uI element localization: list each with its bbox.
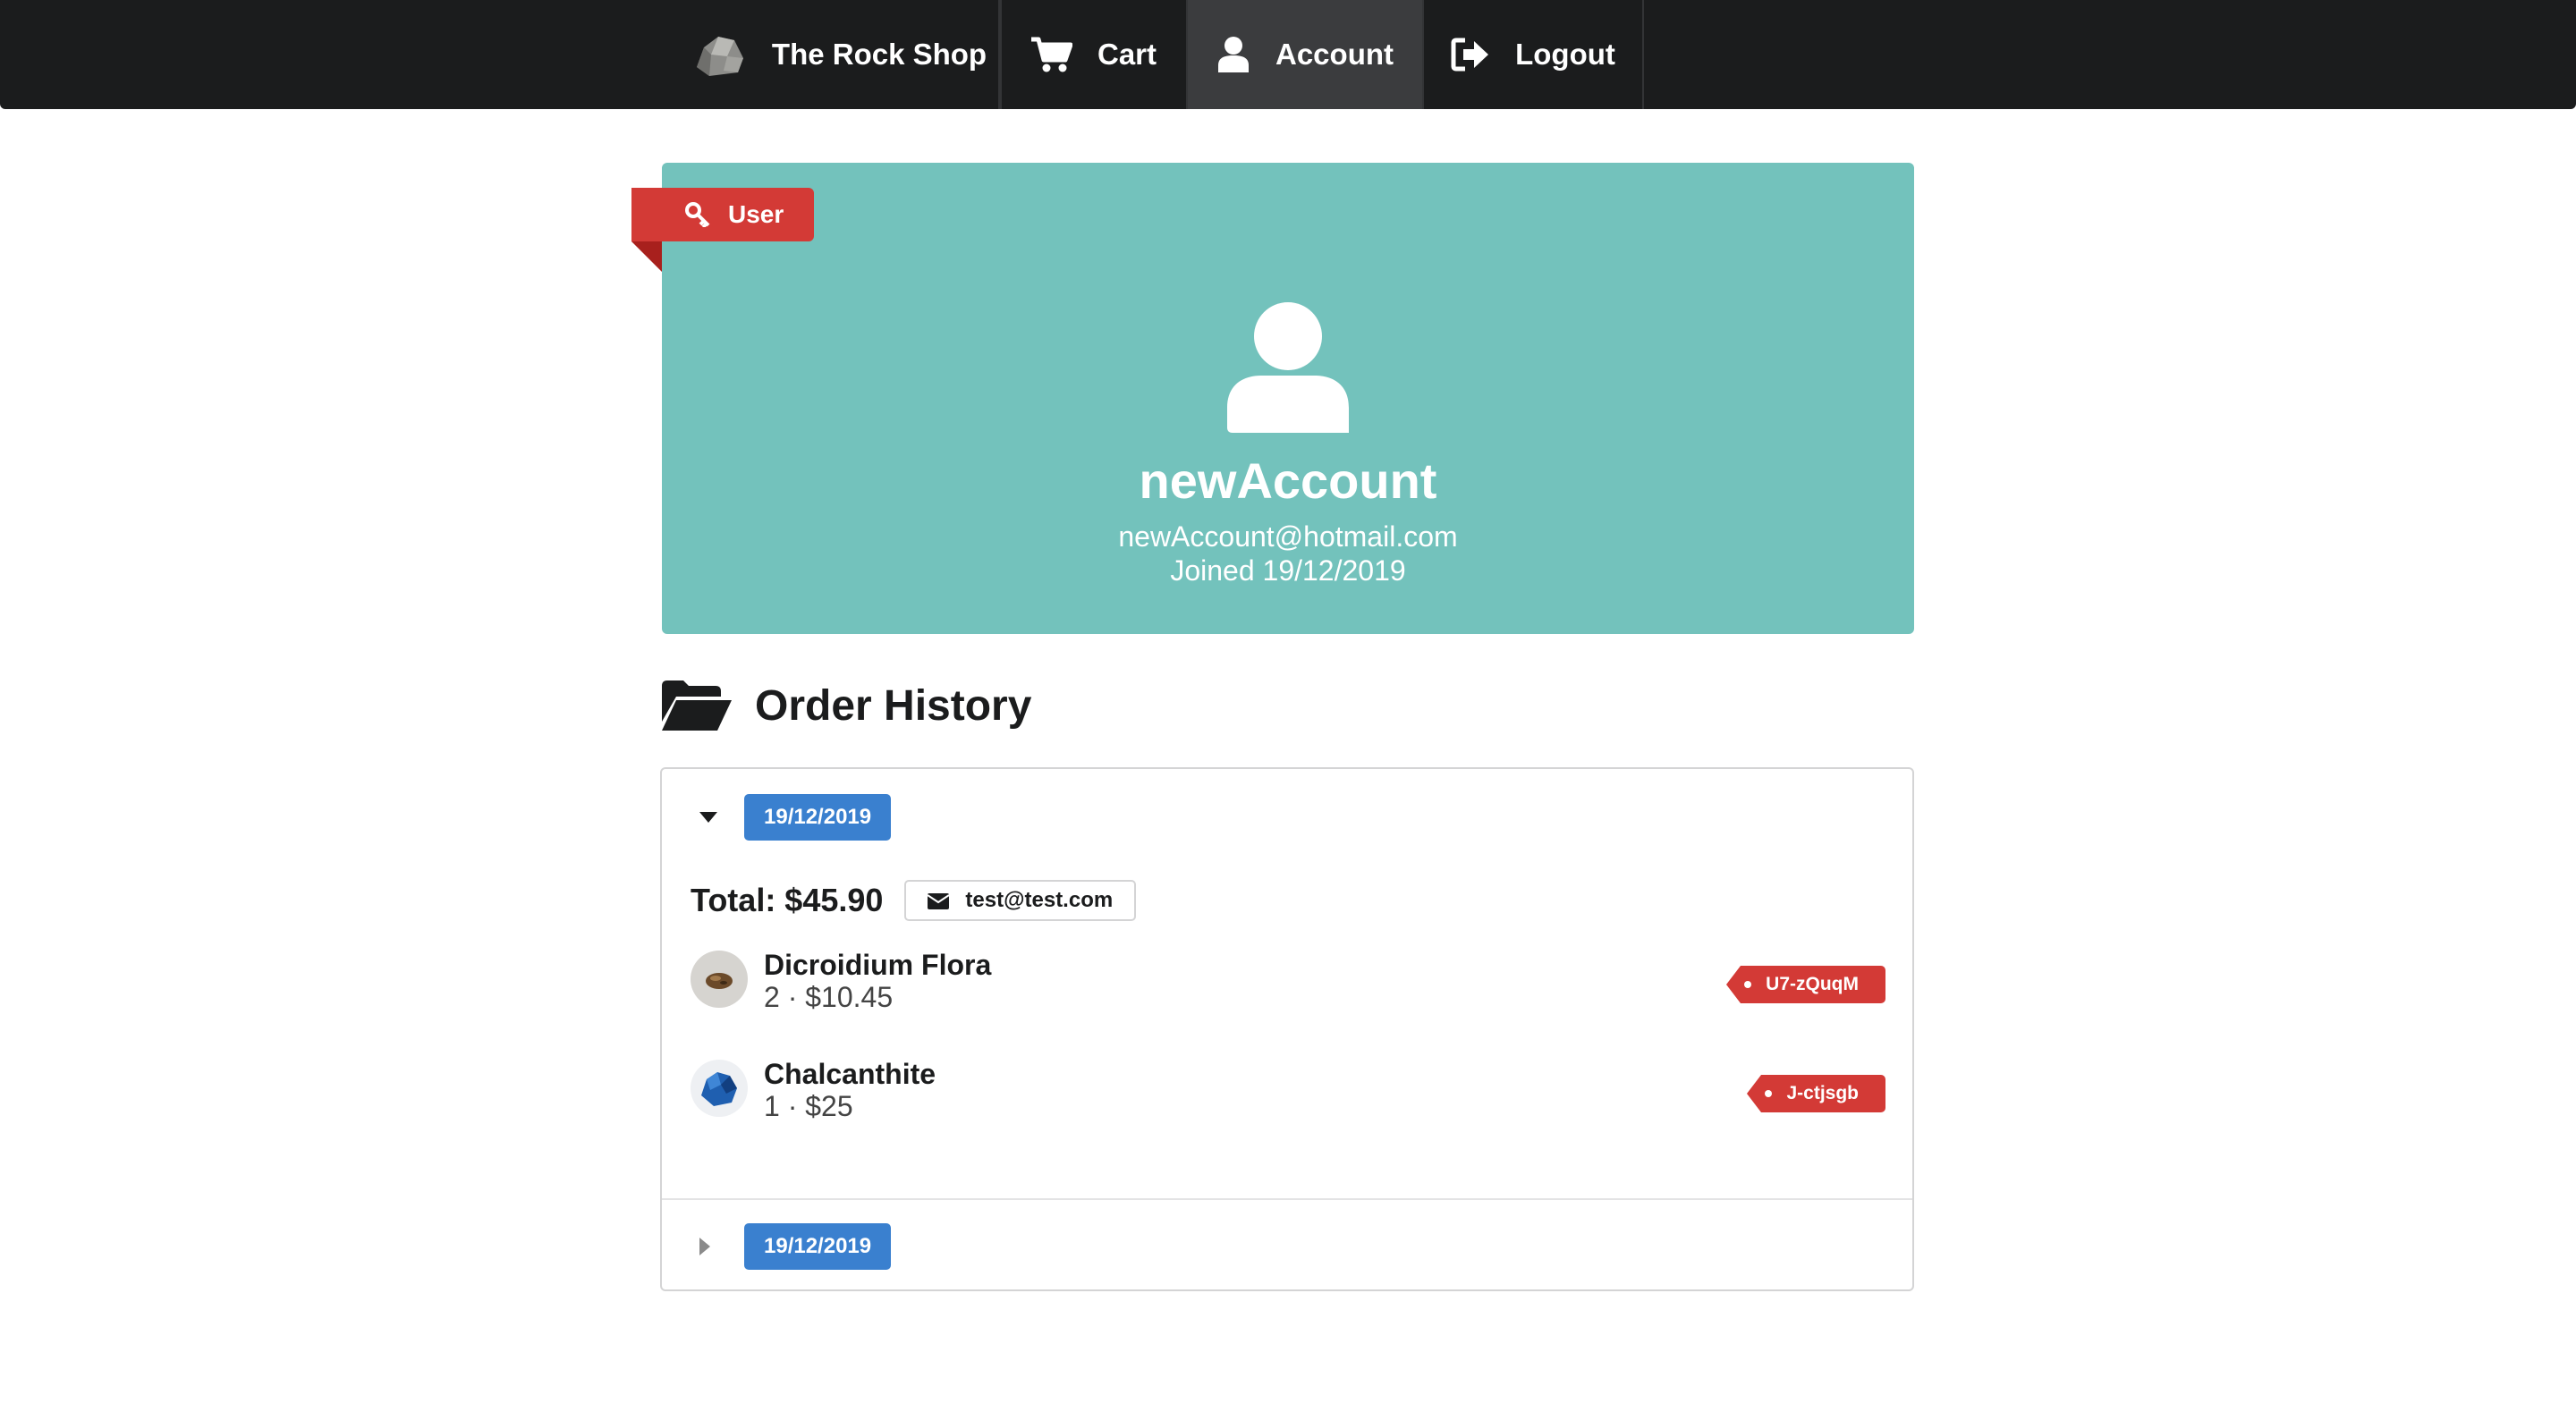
accordion-divider xyxy=(662,1198,1912,1200)
order-email: test@test.com xyxy=(965,888,1114,912)
top-menu: The Rock Shop Cart Account Logout xyxy=(0,0,2576,109)
username: newAccount xyxy=(1139,452,1437,509)
role-label: User xyxy=(728,200,784,228)
list-item[interactable]: Chalcanthite 1 · $25 J-ctjsgb xyxy=(691,1057,1885,1122)
key-icon xyxy=(685,202,710,227)
menu-item-logout[interactable]: Logout xyxy=(1424,0,1644,109)
order-title-1[interactable]: 19/12/2019 xyxy=(699,794,892,841)
user-joined-date: Joined 19/12/2019 xyxy=(1170,554,1406,587)
caret-right-icon xyxy=(699,1238,726,1255)
order-history-title: Order History xyxy=(755,681,1032,730)
order-date-label: 19/12/2019 xyxy=(744,794,892,841)
product-code-tag: U7-zQuqM xyxy=(1726,966,1885,1003)
user-icon xyxy=(1216,37,1250,72)
brand-label: The Rock Shop xyxy=(771,38,987,71)
avatar-user-icon xyxy=(1227,302,1349,437)
logout-label: Logout xyxy=(1515,38,1615,71)
order-title-2[interactable]: 19/12/2019 xyxy=(699,1223,892,1270)
order-total: Total: $45.90 xyxy=(691,882,884,918)
product-name: Chalcanthite xyxy=(764,1058,936,1090)
product-name: Dicroidium Flora xyxy=(764,949,992,981)
order-summary: Total: $45.90 test@test.com xyxy=(691,878,1137,923)
account-label: Account xyxy=(1275,38,1394,71)
cart-icon xyxy=(1030,37,1072,72)
profile-card: User newAccount newAccount@hotmail.com J… xyxy=(631,163,1914,634)
product-thumbnail xyxy=(691,1060,748,1117)
list-item[interactable]: Dicroidium Flora 2 · $10.45 U7-zQuqM xyxy=(691,948,1885,1013)
product-quantity-price: 1 · $25 xyxy=(764,1090,853,1122)
cart-label: Cart xyxy=(1097,38,1157,71)
user-email: newAccount@hotmail.com xyxy=(1118,520,1458,553)
caret-down-icon xyxy=(699,812,726,823)
menu-item-cart[interactable]: Cart xyxy=(1000,0,1188,109)
menu-item-account[interactable]: Account xyxy=(1188,0,1424,109)
order-accordion: 19/12/2019 Total: $45.90 test@test.com D… xyxy=(660,767,1914,1291)
product-code-tag: J-ctjsgb xyxy=(1747,1075,1885,1112)
rock-icon xyxy=(691,31,747,78)
order-date-label: 19/12/2019 xyxy=(744,1223,892,1270)
envelope-icon xyxy=(928,892,950,909)
role-ribbon: User xyxy=(631,188,815,272)
order-history-header: Order History xyxy=(662,676,1031,735)
order-email-label: test@test.com xyxy=(904,880,1137,921)
product-thumbnail xyxy=(691,951,748,1008)
open-folder-icon xyxy=(662,680,732,731)
product-quantity-price: 2 · $10.45 xyxy=(764,981,894,1013)
sign-out-icon xyxy=(1451,38,1490,72)
menu-item-shop[interactable]: The Rock Shop xyxy=(680,0,1000,109)
